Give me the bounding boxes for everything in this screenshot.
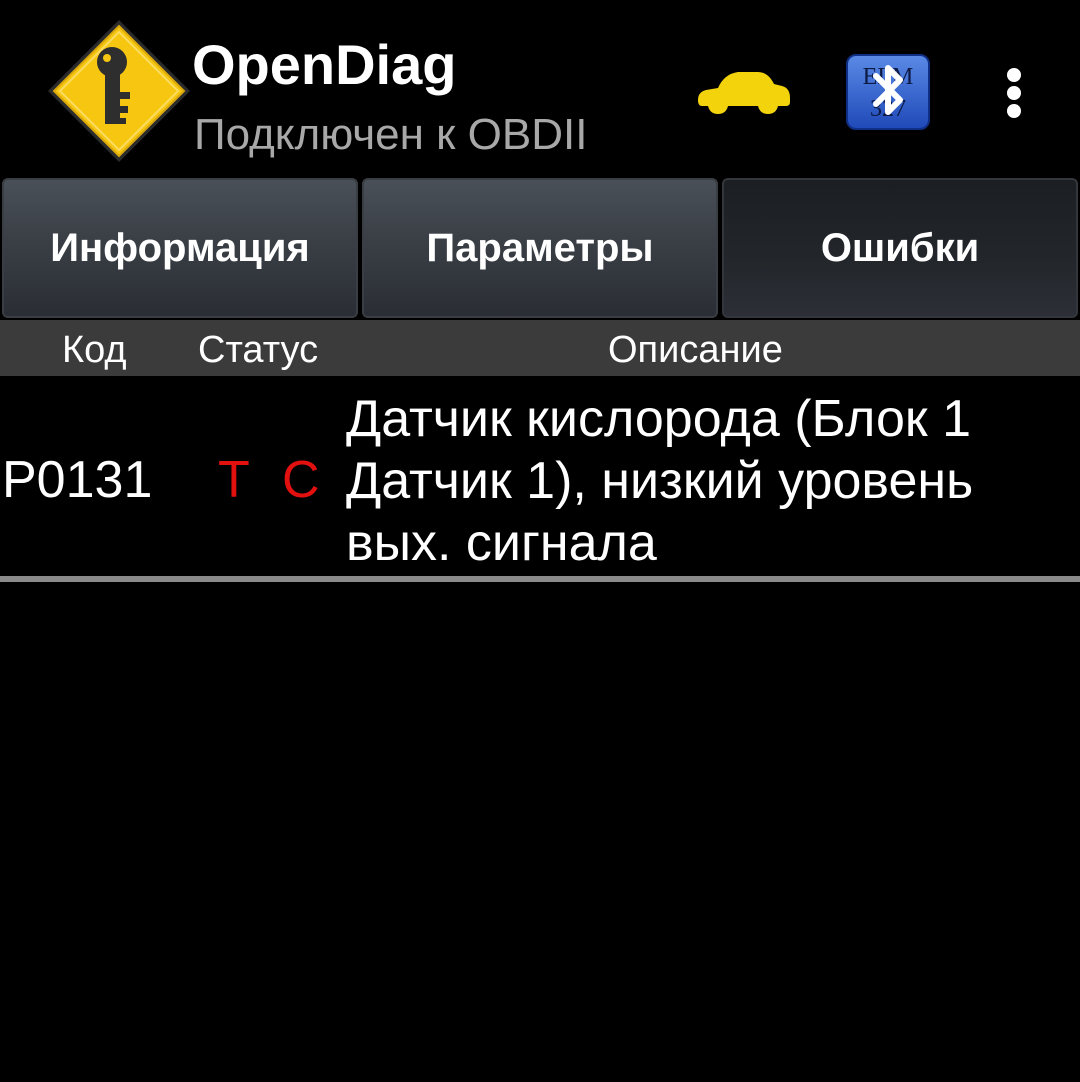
tab-errors[interactable]: Ошибки <box>722 178 1078 318</box>
status-c: C <box>282 451 320 509</box>
car-icon[interactable] <box>694 66 792 116</box>
header-code: Код <box>62 329 127 371</box>
table-header: Код Статус Описание <box>0 320 1080 376</box>
error-description: Датчик кислорода (Блок 1 Датчик 1), низк… <box>346 390 974 572</box>
status-t: T <box>218 451 250 509</box>
tab-information[interactable]: Информация <box>2 178 358 318</box>
elm327-bluetooth-icon[interactable]: ELM 327 <box>846 54 930 130</box>
overflow-menu-icon[interactable] <box>990 60 1038 126</box>
header-status: Статус <box>198 329 319 371</box>
key-diamond-icon <box>46 18 192 164</box>
tab-parameters[interactable]: Параметры <box>362 178 718 318</box>
connection-status: Подключен к OBDII <box>194 110 588 159</box>
app-title: OpenDiag <box>192 33 457 96</box>
error-code: P0131 <box>2 451 153 509</box>
app-bar: OpenDiag Подключен к OBDII ELM 327 <box>0 0 1080 176</box>
header-description: Описание <box>608 329 783 371</box>
row-divider <box>0 576 1080 582</box>
table-row[interactable]: P0131 T C Датчик кислорода (Блок 1 Датчи… <box>0 376 1080 576</box>
tab-bar: Информация Параметры Ошибки <box>0 176 1080 320</box>
